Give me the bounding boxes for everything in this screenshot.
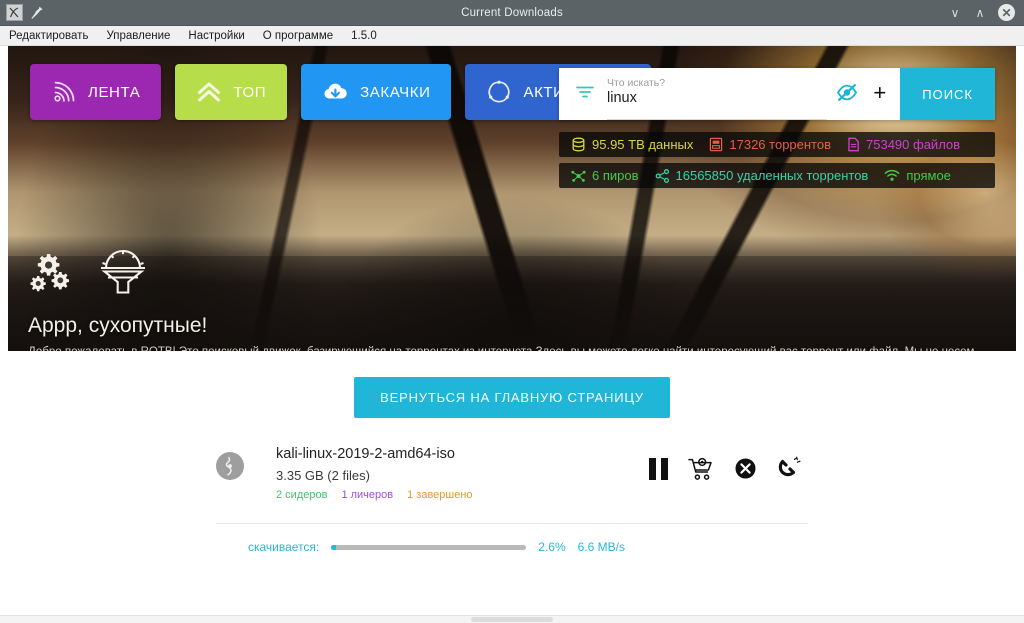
maximize-button[interactable]: ∧ — [973, 7, 987, 19]
nav-button-lenta[interactable]: ЛЕНТА — [30, 64, 162, 120]
search-input-value: linux — [607, 90, 637, 106]
menu-item-version: 1.5.0 — [351, 29, 377, 42]
plus-icon[interactable]: + — [867, 81, 900, 107]
primary-nav: ЛЕНТА ТОП ЗАКАЧКИ — [30, 64, 652, 120]
stat-torrent-count-text: 17326 торрентов — [729, 137, 832, 152]
search-bar: Что искать? linux + ПОИСК — [559, 68, 995, 120]
magnet-icon[interactable] — [777, 456, 802, 481]
stat-file-count-text: 753490 файлов — [866, 137, 961, 152]
menu-item-manage[interactable]: Управление — [106, 30, 170, 42]
download-completed: 1 завершено — [407, 489, 473, 501]
downloads-list: kali-linux-2019-2-amd64-iso 3.35 GB (2 f… — [216, 444, 808, 554]
disc-glyph — [220, 456, 240, 476]
search-input-label: Что искать? — [607, 77, 666, 89]
nav-label-downloads: ЗАКАЧКИ — [360, 83, 431, 101]
nav-label-lenta: ЛЕНТА — [88, 83, 141, 101]
stat-peers-text: 6 пиров — [592, 168, 639, 183]
hero-heading: Аррр, сухопутные! — [28, 314, 208, 337]
torrent-icon — [709, 137, 723, 152]
progress-bar[interactable] — [331, 544, 527, 550]
stats-row-primary: 95.95 ТВ данных 17326 торрентов 753490 ф… — [559, 132, 995, 157]
menu-item-settings[interactable]: Настройки — [188, 30, 244, 42]
wifi-icon — [884, 169, 900, 182]
progress-percent: 2.6% — [538, 540, 566, 554]
window-titlebar: Current Downloads ∨ ∧ ✕ — [0, 0, 1024, 26]
stat-torrent-count: 17326 торрентов — [709, 137, 831, 152]
cart-icon[interactable] — [688, 457, 714, 481]
pin-icon[interactable] — [30, 5, 44, 21]
scrollbar-thumb[interactable] — [471, 617, 553, 622]
funnel-gear-icon — [95, 246, 151, 303]
menubar: Редактировать Управление Настройки О про… — [0, 26, 1024, 46]
window-controls: ∨ ∧ ✕ — [948, 4, 1024, 21]
window-title: Current Downloads — [461, 6, 563, 19]
home-button-row: ВЕРНУТЬСЯ НА ГЛАВНУЮ СТРАНИЦУ — [0, 377, 1024, 418]
pause-icon[interactable] — [649, 457, 668, 480]
download-status-label: скачивается: — [248, 540, 320, 554]
hero-icon-group — [26, 246, 151, 303]
stats-row-secondary: 6 пиров 16565850 удаленных торрентов пря… — [559, 163, 995, 188]
search-panel: Что искать? linux + ПОИСК 95.95 ТВ данны… — [559, 68, 995, 188]
stat-remote-torrents-text: 16565850 удаленных торрентов — [675, 168, 869, 183]
disc-icon — [216, 452, 244, 480]
nav-button-top[interactable]: ТОП — [175, 64, 288, 120]
search-input[interactable]: Что искать? linux — [607, 68, 828, 120]
stat-data-volume: 95.95 ТВ данных — [571, 137, 693, 152]
stat-file-count: 753490 файлов — [847, 137, 960, 152]
titlebar-left-icons — [0, 4, 44, 21]
minimize-button[interactable]: ∨ — [948, 7, 962, 19]
hero-paragraph: Добро пожаловать в ROTB! Это поисковый д… — [28, 344, 1000, 351]
stat-peers: 6 пиров — [571, 168, 639, 183]
stat-remote-torrents: 16565850 удаленных торрентов — [655, 168, 869, 183]
stat-connection-mode: прямое — [884, 168, 951, 183]
horizontal-scrollbar[interactable] — [0, 615, 1024, 623]
stat-data-volume-text: 95.95 ТВ данных — [592, 137, 694, 152]
download-speed: 6.6 MB/s — [577, 540, 625, 554]
download-item: kali-linux-2019-2-amd64-iso 3.35 GB (2 f… — [216, 444, 808, 524]
download-seeders: 2 сидеров — [276, 489, 328, 501]
hero-banner: ЛЕНТА ТОП ЗАКАЧКИ Что искать? linux + ПО… — [8, 46, 1016, 351]
progress-bar-fill — [331, 544, 337, 550]
menu-item-edit[interactable]: Редактировать — [9, 30, 88, 42]
stat-connection-mode-text: прямое — [906, 168, 951, 183]
nav-button-downloads[interactable]: ЗАКАЧКИ — [301, 64, 452, 120]
stats-panel: 95.95 ТВ данных 17326 торрентов 753490 ф… — [559, 132, 995, 188]
database-icon — [571, 137, 586, 152]
hero-text-block: Аррр, сухопутные! Добро пожаловать в ROT… — [28, 314, 1000, 351]
close-circle-icon[interactable] — [734, 457, 757, 480]
return-home-button[interactable]: ВЕРНУТЬСЯ НА ГЛАВНУЮ СТРАНИЦУ — [354, 377, 670, 418]
close-button[interactable]: ✕ — [998, 4, 1015, 21]
download-meta: 2 сидеров 1 личеров 1 завершено — [276, 489, 649, 501]
download-size: 3.35 GB (2 files) — [276, 468, 370, 483]
filter-icon[interactable] — [571, 84, 607, 105]
file-icon — [847, 137, 860, 152]
app-glyph — [9, 7, 19, 18]
nav-label-top: ТОП — [233, 83, 267, 101]
rss-icon — [51, 79, 77, 105]
search-button[interactable]: ПОИСК — [900, 68, 995, 120]
peers-icon — [571, 169, 586, 183]
download-leechers: 1 личеров — [341, 489, 394, 501]
download-progress-row: скачивается: 2.6% 6.6 MB/s — [248, 540, 808, 554]
page-content: ЛЕНТА ТОП ЗАКАЧКИ Что искать? linux + ПО… — [0, 46, 1024, 623]
eye-off-icon[interactable] — [827, 82, 867, 107]
chevrons-up-icon — [196, 79, 222, 105]
download-details: kali-linux-2019-2-amd64-iso 3.35 GB (2 f… — [244, 444, 649, 501]
pin-glyph — [31, 6, 43, 19]
share-icon — [655, 168, 670, 183]
menu-item-about[interactable]: О программе — [263, 30, 333, 42]
download-actions — [649, 444, 808, 481]
download-title[interactable]: kali-linux-2019-2-amd64-iso — [276, 444, 649, 464]
app-icon[interactable] — [6, 4, 23, 21]
download-cloud-icon — [322, 79, 349, 105]
gears-icon — [26, 250, 81, 303]
refresh-circle-icon — [486, 79, 512, 105]
